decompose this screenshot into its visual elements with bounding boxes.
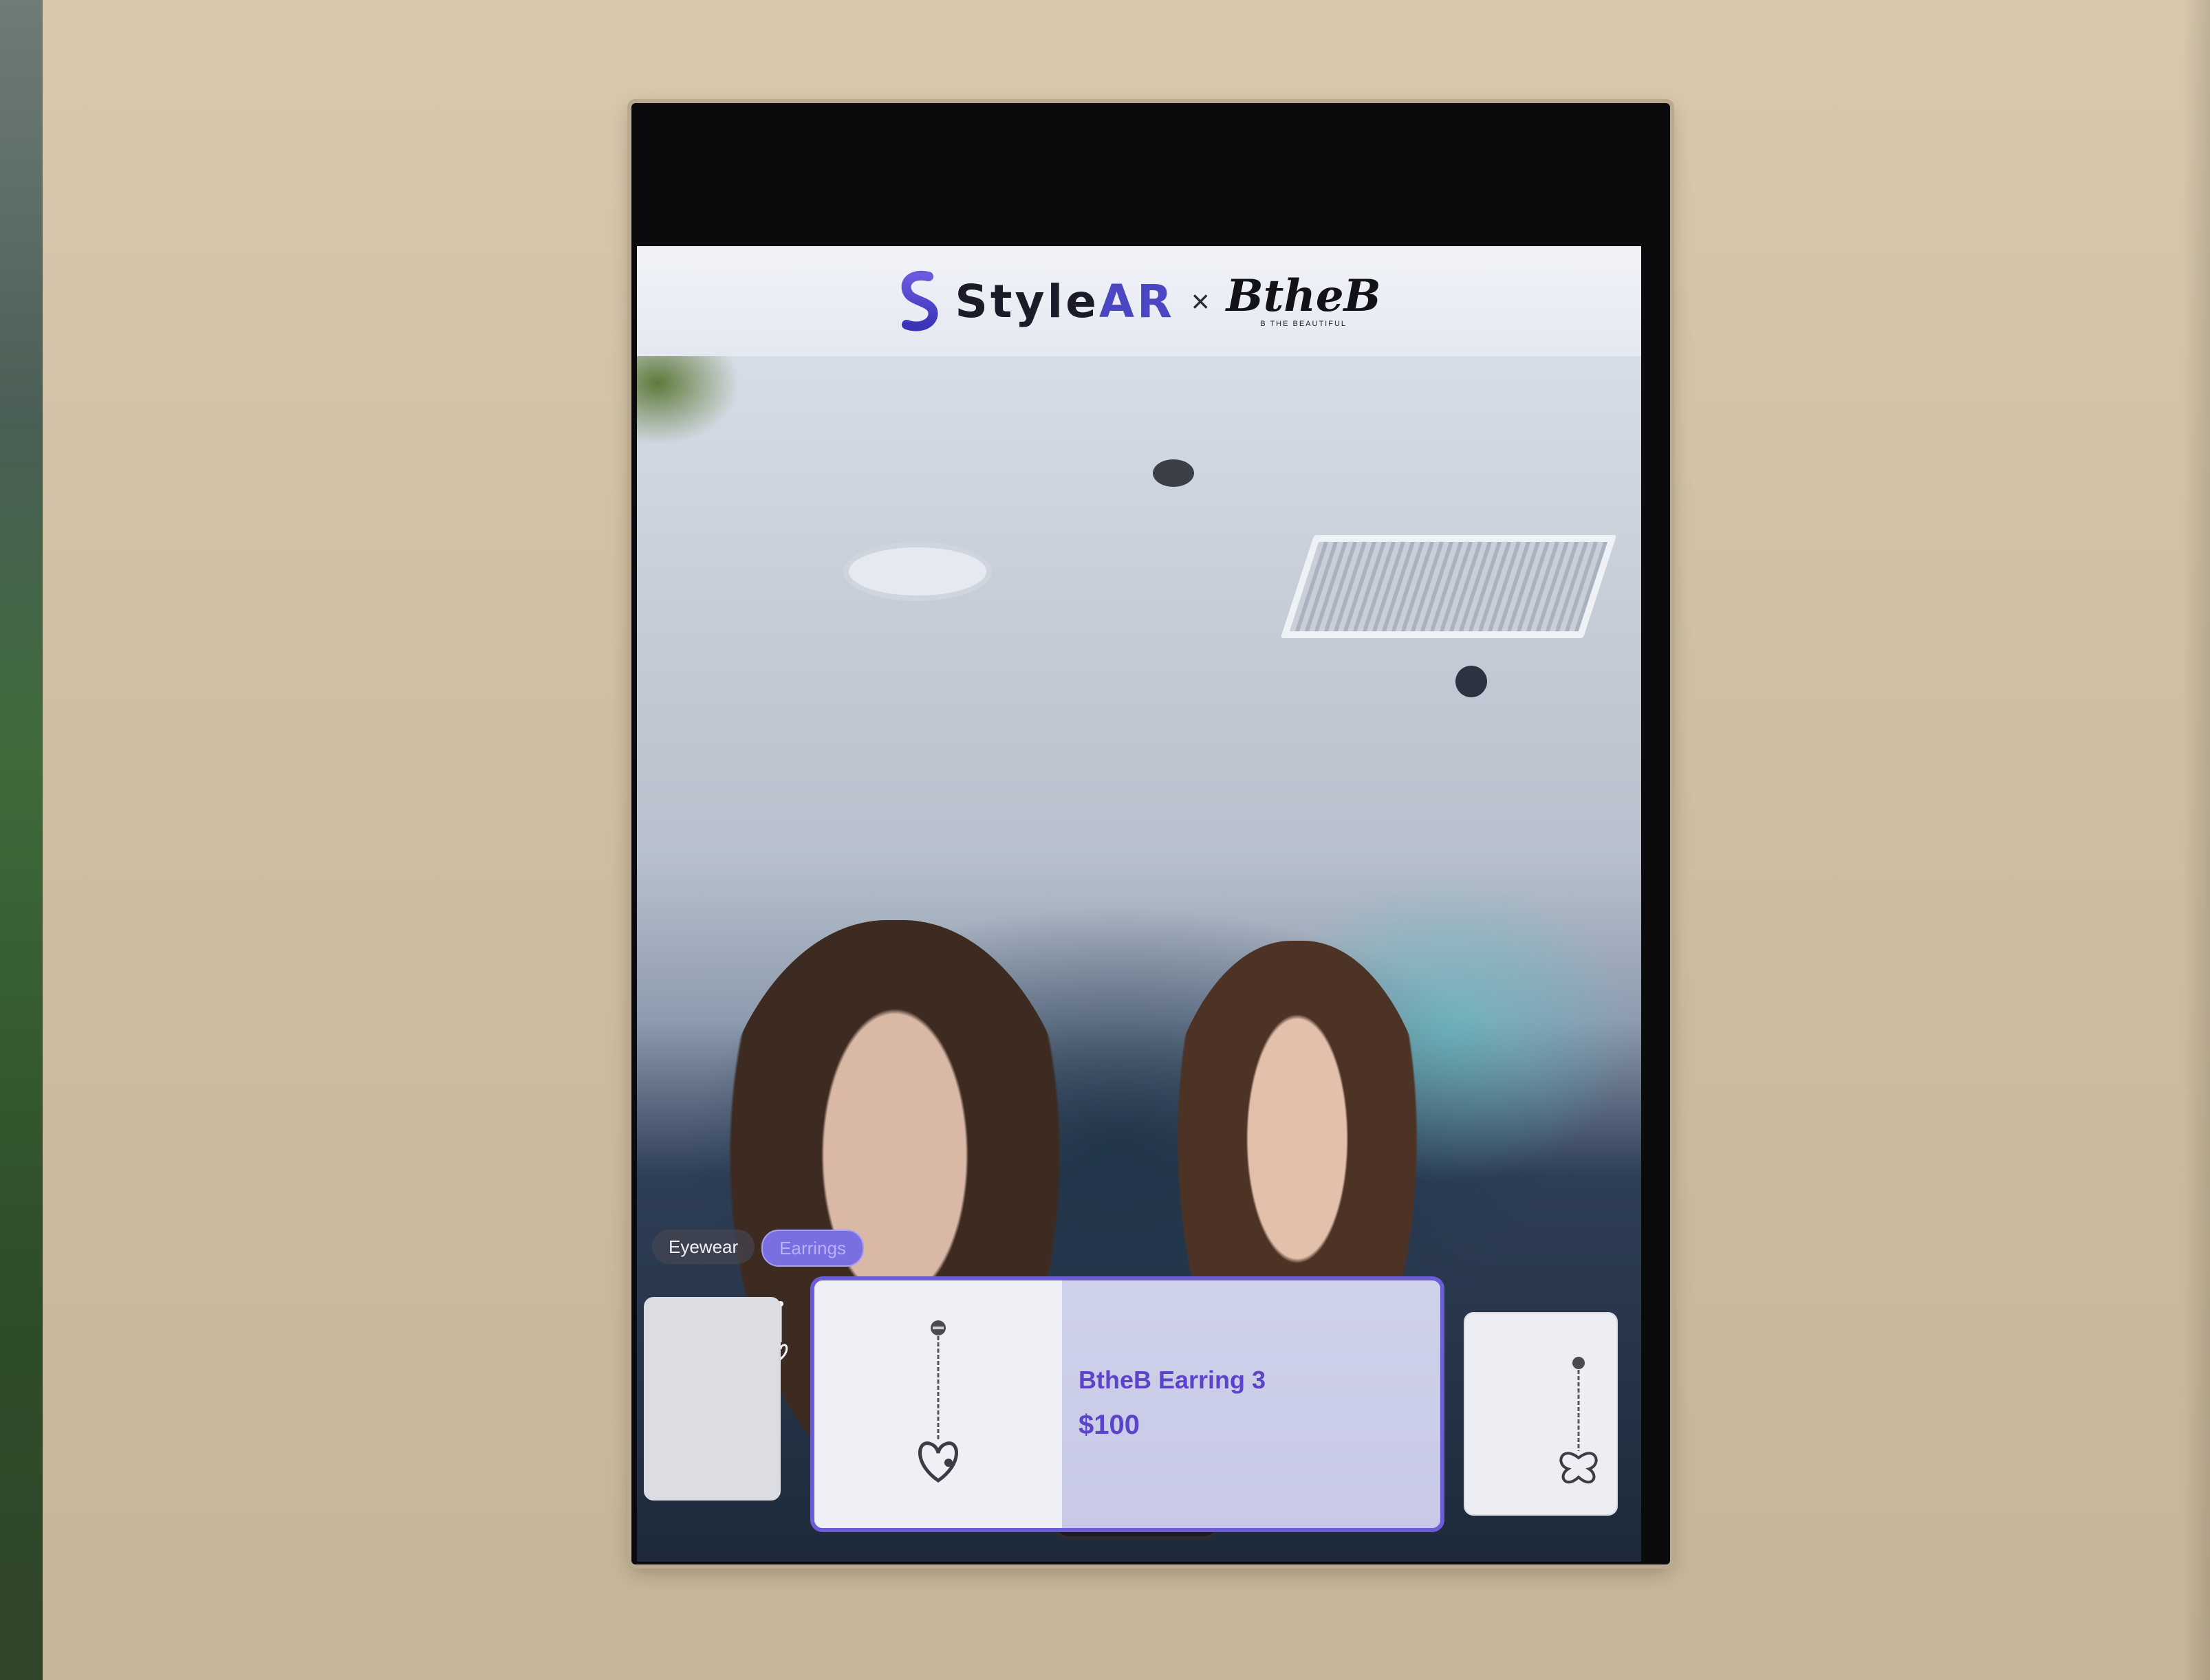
partner-name: BtheB bbox=[1226, 270, 1381, 322]
ceiling-vent bbox=[1280, 535, 1617, 638]
butterfly-drop-earring-icon bbox=[1559, 1357, 1598, 1484]
security-camera bbox=[1455, 666, 1487, 697]
brand-suffix: AR bbox=[1098, 274, 1175, 328]
partner-tagline: B THE BEAUTIFUL bbox=[1260, 320, 1347, 328]
security-camera bbox=[1153, 459, 1194, 487]
plant-leaves bbox=[637, 356, 740, 446]
product-image bbox=[814, 1280, 1062, 1528]
product-card-previous[interactable] bbox=[644, 1297, 781, 1501]
background-plant bbox=[0, 0, 43, 1680]
category-tabs: Eyewear Earrings bbox=[652, 1230, 864, 1267]
tab-earrings[interactable]: Earrings bbox=[761, 1230, 864, 1267]
stylear-logo-icon bbox=[902, 270, 938, 331]
heart-drop-earring-icon bbox=[918, 1320, 958, 1483]
brand-prefix: Style bbox=[955, 274, 1099, 328]
product-card-next[interactable] bbox=[1464, 1312, 1618, 1516]
product-info: BtheB Earring 3 $100 bbox=[1062, 1280, 1440, 1528]
kiosk-shadow bbox=[2182, 0, 2210, 1680]
partner-logo: BtheB B THE BEAUTIFUL bbox=[1226, 270, 1381, 329]
tab-eyewear[interactable]: Eyewear bbox=[652, 1230, 755, 1264]
collab-separator: × bbox=[1191, 283, 1210, 319]
ceiling-light bbox=[843, 542, 992, 601]
product-name: BtheB Earring 3 bbox=[1079, 1366, 1266, 1394]
ar-mirror-screen: StyleAR × BtheB B THE BEAUTIFUL Eyewear … bbox=[637, 246, 1641, 1562]
product-price: $100 bbox=[1079, 1410, 1140, 1440]
app-header: StyleAR × BtheB B THE BEAUTIFUL bbox=[637, 246, 1641, 356]
brand-title: StyleAR bbox=[955, 275, 1174, 328]
product-card-selected[interactable]: BtheB Earring 3 $100 bbox=[810, 1276, 1444, 1532]
